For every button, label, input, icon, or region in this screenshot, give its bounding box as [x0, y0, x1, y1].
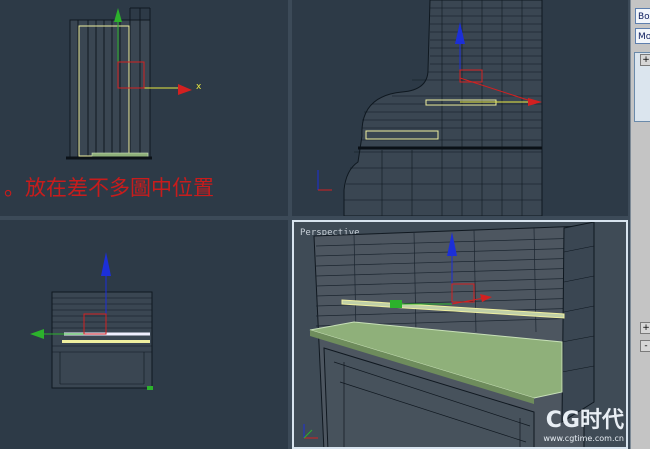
name-field[interactable]: Box	[635, 8, 650, 24]
watermark-url: www.cgtime.com.cn	[543, 434, 624, 443]
viewport-front[interactable]	[292, 0, 628, 216]
viewport-left[interactable]	[0, 220, 288, 449]
watermark-logo: CG时代	[545, 408, 624, 433]
viewport-top[interactable]: x 。放在差不多圖中位置	[0, 0, 288, 216]
front-view-drawing	[317, 0, 543, 216]
viewport-perspective[interactable]: Perspective CG时代 www.cgtime.com.cn	[292, 220, 628, 449]
minus-button[interactable]: -	[640, 340, 650, 352]
annotation-text: 。放在差不多圖中位置	[4, 176, 214, 200]
watermark: CG时代 www.cgtime.com.cn	[543, 402, 624, 443]
command-panel: Box Mo + + -	[630, 0, 650, 449]
plus-button[interactable]: +	[640, 322, 650, 334]
expand-plus-button[interactable]: +	[640, 54, 650, 66]
gizmo-x-label: x	[196, 82, 202, 92]
left-view-drawing	[30, 252, 153, 390]
gizmo-x-arrow	[178, 84, 192, 95]
modifier-list-field[interactable]: Mo	[635, 28, 650, 44]
